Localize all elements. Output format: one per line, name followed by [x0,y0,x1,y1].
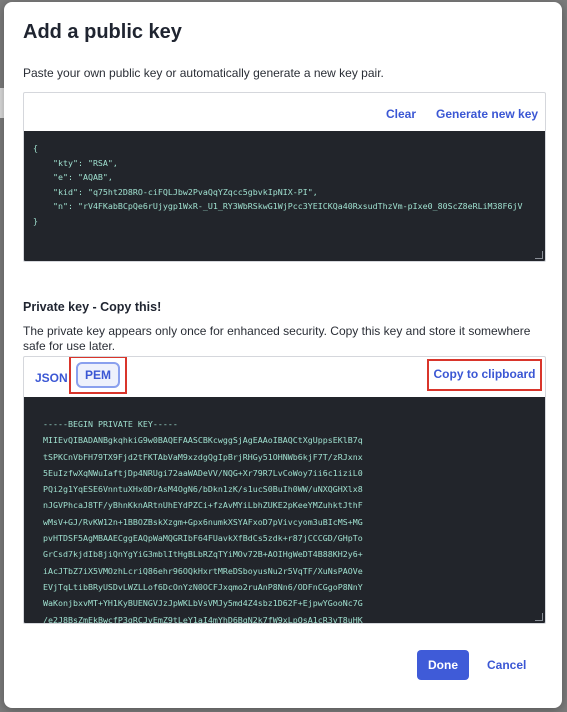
private-key-panel: JSON PEM Copy to clipboard -----BEGIN PR… [23,356,546,624]
public-key-content[interactable]: { "kty": "RSA", "e": "AQAB", "kid": "q75… [24,131,545,228]
copy-to-clipboard-button[interactable]: Copy to clipboard [429,367,540,381]
dialog-description: Paste your own public key or automatical… [23,66,384,80]
clear-button[interactable]: Clear [386,107,416,121]
private-key-toolbar: JSON PEM Copy to clipboard [24,357,545,397]
public-key-textarea[interactable]: { "kty": "RSA", "e": "AQAB", "kid": "q75… [24,131,545,261]
copy-highlight: Copy to clipboard [427,359,542,391]
dialog-title: Add a public key [23,21,182,43]
private-key-heading: Private key - Copy this! [23,300,162,314]
tab-json[interactable]: JSON [35,371,68,385]
add-public-key-dialog: Add a public key Paste your own public k… [4,2,562,708]
done-button[interactable]: Done [417,650,469,680]
private-key-content[interactable]: -----BEGIN PRIVATE KEY----- MIIEvQIBADAN… [24,397,545,623]
public-key-toolbar: Clear Generate new key [24,93,545,131]
public-key-editor: Clear Generate new key { "kty": "RSA", "… [23,92,546,262]
generate-new-key-button[interactable]: Generate new key [436,107,538,121]
resize-handle[interactable] [535,251,543,259]
resize-handle[interactable] [535,613,543,621]
private-key-description: The private key appears only once for en… [23,324,531,353]
pem-tab-highlight: PEM [69,357,127,394]
tab-pem[interactable]: PEM [76,362,120,388]
cancel-button[interactable]: Cancel [487,658,526,672]
private-key-textarea[interactable]: -----BEGIN PRIVATE KEY----- MIIEvQIBADAN… [24,397,545,623]
